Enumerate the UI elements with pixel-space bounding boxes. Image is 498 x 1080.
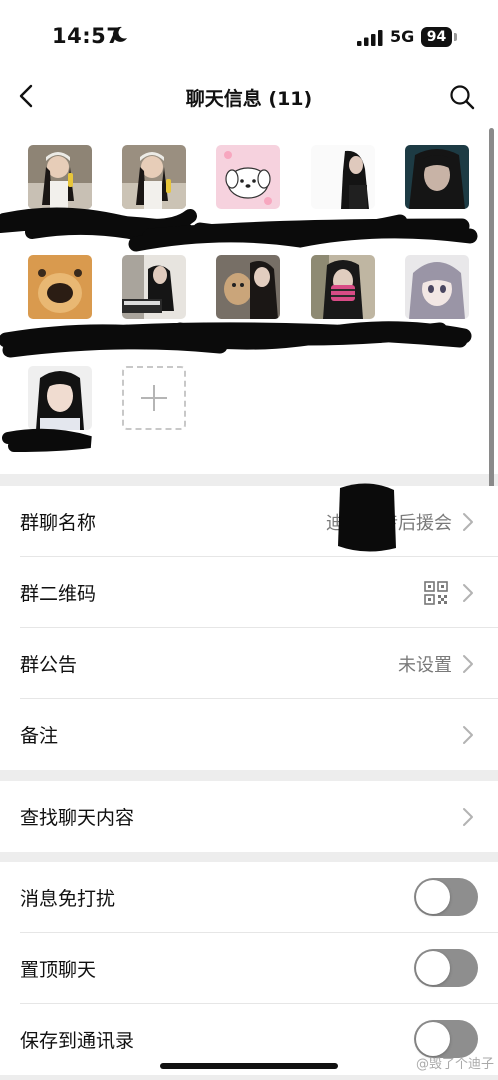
plus-icon bbox=[153, 385, 155, 411]
home-indicator[interactable] bbox=[160, 1063, 338, 1069]
toggle-knob bbox=[416, 1022, 450, 1056]
signal-icon bbox=[357, 30, 383, 46]
qr-code-icon bbox=[424, 581, 448, 605]
avatar-masked-girl bbox=[311, 255, 375, 319]
save-contacts-label: 保存到通讯录 bbox=[20, 1030, 135, 1052]
battery-icon: 94 bbox=[421, 27, 452, 47]
member-avatar[interactable] bbox=[311, 145, 375, 209]
status-bar: 14:57 5G 94 bbox=[0, 0, 498, 70]
member-avatar[interactable] bbox=[122, 255, 186, 319]
toggle-section: 消息免打扰 置顶聊天 保存到通讯录 bbox=[0, 862, 498, 1075]
member-avatar[interactable] bbox=[122, 145, 186, 209]
group-notice-value: 未设置 bbox=[398, 654, 452, 676]
search-history-section: 查找聊天内容 bbox=[0, 781, 498, 852]
avatar-dog-closeup bbox=[28, 255, 92, 319]
page-title: 聊天信息 (11) bbox=[185, 88, 313, 110]
moon-icon bbox=[112, 26, 127, 42]
pin-toggle[interactable] bbox=[414, 949, 478, 987]
toggle-knob bbox=[416, 951, 450, 985]
chevron-right-icon bbox=[463, 513, 473, 531]
group-qr-row[interactable]: 群二维码 bbox=[0, 557, 498, 628]
member-avatar[interactable] bbox=[28, 145, 92, 209]
pin-label: 置顶聊天 bbox=[20, 959, 97, 981]
avatar-woman-dark-scene bbox=[405, 145, 469, 209]
avatar-anime-girl bbox=[405, 255, 469, 319]
chevron-right-icon bbox=[463, 655, 473, 673]
network-type: 5G bbox=[390, 27, 415, 46]
group-name-label: 群聊名称 bbox=[20, 512, 97, 534]
member-avatar[interactable] bbox=[405, 255, 469, 319]
avatar-girl-at-keyboard bbox=[122, 255, 186, 319]
battery-tip bbox=[454, 33, 457, 41]
add-member-button[interactable] bbox=[122, 366, 186, 430]
member-avatar[interactable] bbox=[216, 255, 280, 319]
member-avatar[interactable] bbox=[216, 145, 280, 209]
search-icon[interactable] bbox=[448, 83, 476, 111]
avatar-cartoon-dog-pink bbox=[216, 145, 280, 209]
group-settings-section: 群聊名称 迪姐科传后援会 群二维码 群公告 未设置 备注 bbox=[0, 486, 498, 770]
remark-row[interactable]: 备注 bbox=[0, 699, 498, 770]
member-avatar[interactable] bbox=[405, 145, 469, 209]
status-time: 14:57 bbox=[52, 24, 122, 48]
search-history-label: 查找聊天内容 bbox=[20, 807, 135, 829]
group-notice-row[interactable]: 群公告 未设置 bbox=[0, 628, 498, 699]
mute-row: 消息免打扰 bbox=[0, 862, 498, 933]
nav-bar: 聊天信息 (11) bbox=[0, 70, 498, 124]
member-avatar[interactable] bbox=[28, 255, 92, 319]
member-avatar[interactable] bbox=[28, 366, 92, 430]
mute-label: 消息免打扰 bbox=[20, 888, 116, 910]
search-history-row[interactable]: 查找聊天内容 bbox=[0, 781, 498, 852]
avatar-dark-haired-woman bbox=[311, 145, 375, 209]
mute-toggle[interactable] bbox=[414, 878, 478, 916]
chevron-right-icon bbox=[463, 584, 473, 602]
avatar-girl-with-corn bbox=[122, 145, 186, 209]
pin-row: 置顶聊天 bbox=[0, 933, 498, 1004]
remark-label: 备注 bbox=[20, 725, 59, 747]
avatar-woman-portrait bbox=[28, 366, 92, 430]
member-avatar[interactable] bbox=[311, 255, 375, 319]
avatar-girl-with-corn bbox=[28, 145, 92, 209]
group-notice-label: 群公告 bbox=[20, 654, 78, 676]
watermark: @毁了个迪子 bbox=[416, 1057, 495, 1072]
group-name-value: 迪姐科传后援会 bbox=[326, 512, 452, 534]
group-qr-label: 群二维码 bbox=[20, 583, 97, 605]
avatar-girl-with-dog bbox=[216, 255, 280, 319]
chevron-right-icon bbox=[463, 726, 473, 744]
toggle-knob bbox=[416, 880, 450, 914]
chevron-right-icon bbox=[463, 808, 473, 826]
group-name-row[interactable]: 群聊名称 迪姐科传后援会 bbox=[0, 486, 498, 557]
